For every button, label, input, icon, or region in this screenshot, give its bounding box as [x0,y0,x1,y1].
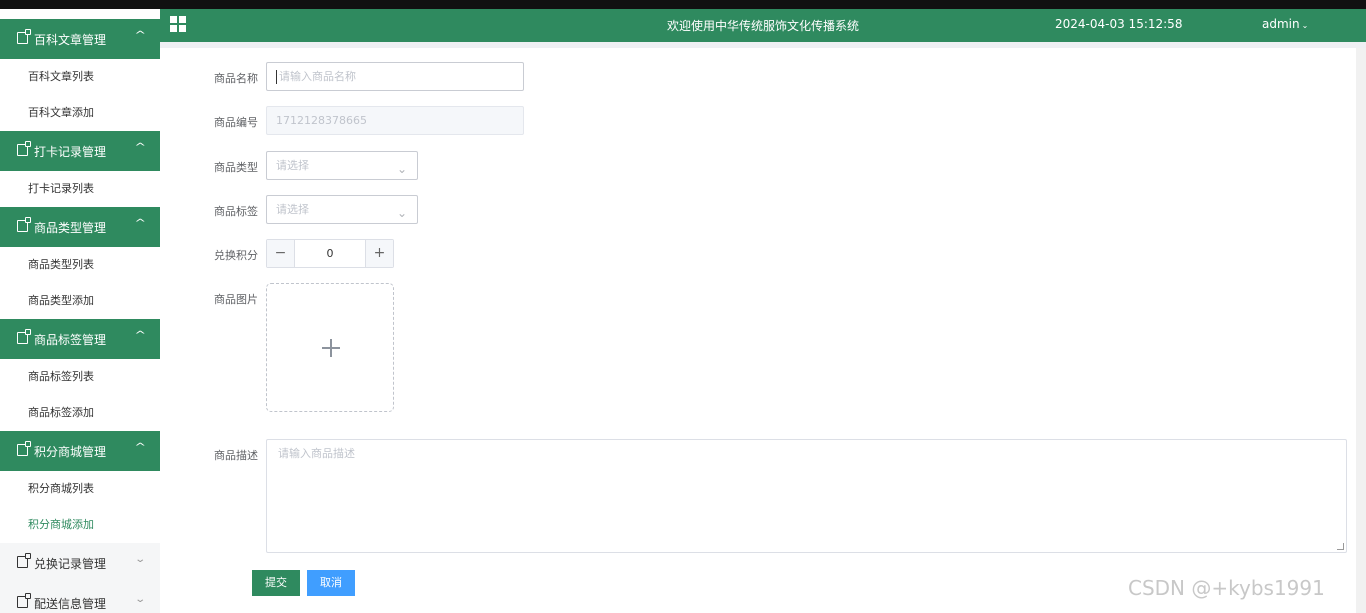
menu-group-delivery[interactable]: 配送信息管理 ⌄ [0,583,160,613]
submit-button[interactable]: 提交 [252,570,300,596]
menu-item-mall-add[interactable]: 积分商城添加 [0,507,160,543]
placeholder-text: 请选择 [276,203,309,216]
chevron-up-icon: ^ [134,30,147,41]
username: admin [1262,17,1300,31]
chevron-down-icon: ⌄ [396,206,407,220]
system-title: 欢迎使用中华传统服饰文化传播系统 [666,19,859,33]
cancel-button[interactable]: 取消 [307,570,355,596]
menu-group-label: 兑换记录管理 [34,557,107,571]
menu-group-label: 商品标签管理 [34,333,107,347]
chevron-down-icon: ⌄ [396,162,407,176]
document-icon [17,593,31,608]
document-icon [17,329,31,344]
field-label: 商品图片 [214,293,258,306]
menu-group-label: 百科文章管理 [34,33,107,47]
points-value[interactable]: 0 [295,240,365,267]
chevron-up-icon: ^ [134,142,147,153]
document-icon [17,217,31,232]
menu-group-label: 配送信息管理 [34,597,107,611]
menu-item-type-add[interactable]: 商品类型添加 [0,283,160,319]
menu-group-checkin[interactable]: 打卡记录管理 ^ [0,131,160,171]
document-icon [17,553,31,568]
chevron-down-icon: ⌄ [134,594,147,605]
menu-item-type-list[interactable]: 商品类型列表 [0,247,160,283]
chevron-up-icon: ^ [134,330,147,341]
menu-group-label: 商品类型管理 [34,221,107,235]
menu-item-checkin-list[interactable]: 打卡记录列表 [0,171,160,207]
field-label: 兑换积分 [214,249,258,262]
menu-item-tag-add[interactable]: 商品标签添加 [0,395,160,431]
menu-item-article-add[interactable]: 百科文章添加 [0,95,160,131]
field-label: 商品描述 [214,449,258,462]
field-label: 商品名称 [214,72,258,85]
menu-group-exchange[interactable]: 兑换记录管理 ⌄ [0,543,160,583]
current-datetime: 2024-04-03 15:12:58 [1055,17,1183,31]
vertical-scrollbar[interactable] [1356,48,1366,613]
user-menu[interactable]: admin ⌄ [1262,17,1308,31]
sidebar-top-strip [0,9,160,19]
top-header: 欢迎使用中华传统服饰文化传播系统 2024-04-03 15:12:58 adm… [160,9,1366,42]
field-label: 商品编号 [214,116,258,129]
menu-item-mall-list[interactable]: 积分商城列表 [0,471,160,507]
field-label: 商品标签 [214,205,258,218]
window-top-bar [0,0,1366,9]
menu-item-tag-list[interactable]: 商品标签列表 [0,359,160,395]
main-form: 商品名称 请输入商品名称 商品编号 1712128378665 商品类型 请选择… [160,48,1366,613]
chevron-up-icon: ^ [134,442,147,453]
menu-group-encyclopedia[interactable]: 百科文章管理 ^ [0,19,160,59]
watermark: CSDN @+kybs1991 [1128,576,1325,600]
decrement-button[interactable]: − [267,240,295,267]
menu-group-label: 打卡记录管理 [34,145,107,159]
menu-group-product-type[interactable]: 商品类型管理 ^ [0,207,160,247]
plus-icon [322,339,340,357]
menu-group-label: 积分商城管理 [34,445,107,459]
chevron-down-icon: ⌄ [134,554,147,565]
image-upload[interactable] [266,283,394,412]
text-cursor [276,70,277,84]
document-icon [17,441,31,456]
product-code-input: 1712128378665 [266,106,524,135]
field-label: 商品类型 [214,161,258,174]
document-icon [17,141,31,156]
chevron-up-icon: ^ [134,218,147,229]
document-icon [17,29,31,44]
product-type-select[interactable]: 请选择 ⌄ [266,151,418,180]
product-desc-textarea[interactable]: 请输入商品描述 [266,439,1347,553]
increment-button[interactable]: + [365,240,393,267]
sidebar: 百科文章管理 ^ 百科文章列表 百科文章添加 打卡记录管理 ^ 打卡记录列表 商… [0,9,160,613]
placeholder-text: 请输入商品描述 [278,447,355,460]
product-name-input[interactable]: 请输入商品名称 [266,62,524,91]
resize-handle-icon[interactable] [1337,543,1344,550]
points-stepper[interactable]: − 0 + [266,239,394,268]
placeholder-text: 请选择 [276,159,309,172]
menu-item-article-list[interactable]: 百科文章列表 [0,59,160,95]
product-tag-select[interactable]: 请选择 ⌄ [266,195,418,224]
chevron-down-icon: ⌄ [1301,21,1309,30]
menu-group-points-mall[interactable]: 积分商城管理 ^ [0,431,160,471]
menu-group-product-tag[interactable]: 商品标签管理 ^ [0,319,160,359]
placeholder-text: 请输入商品名称 [279,70,356,83]
